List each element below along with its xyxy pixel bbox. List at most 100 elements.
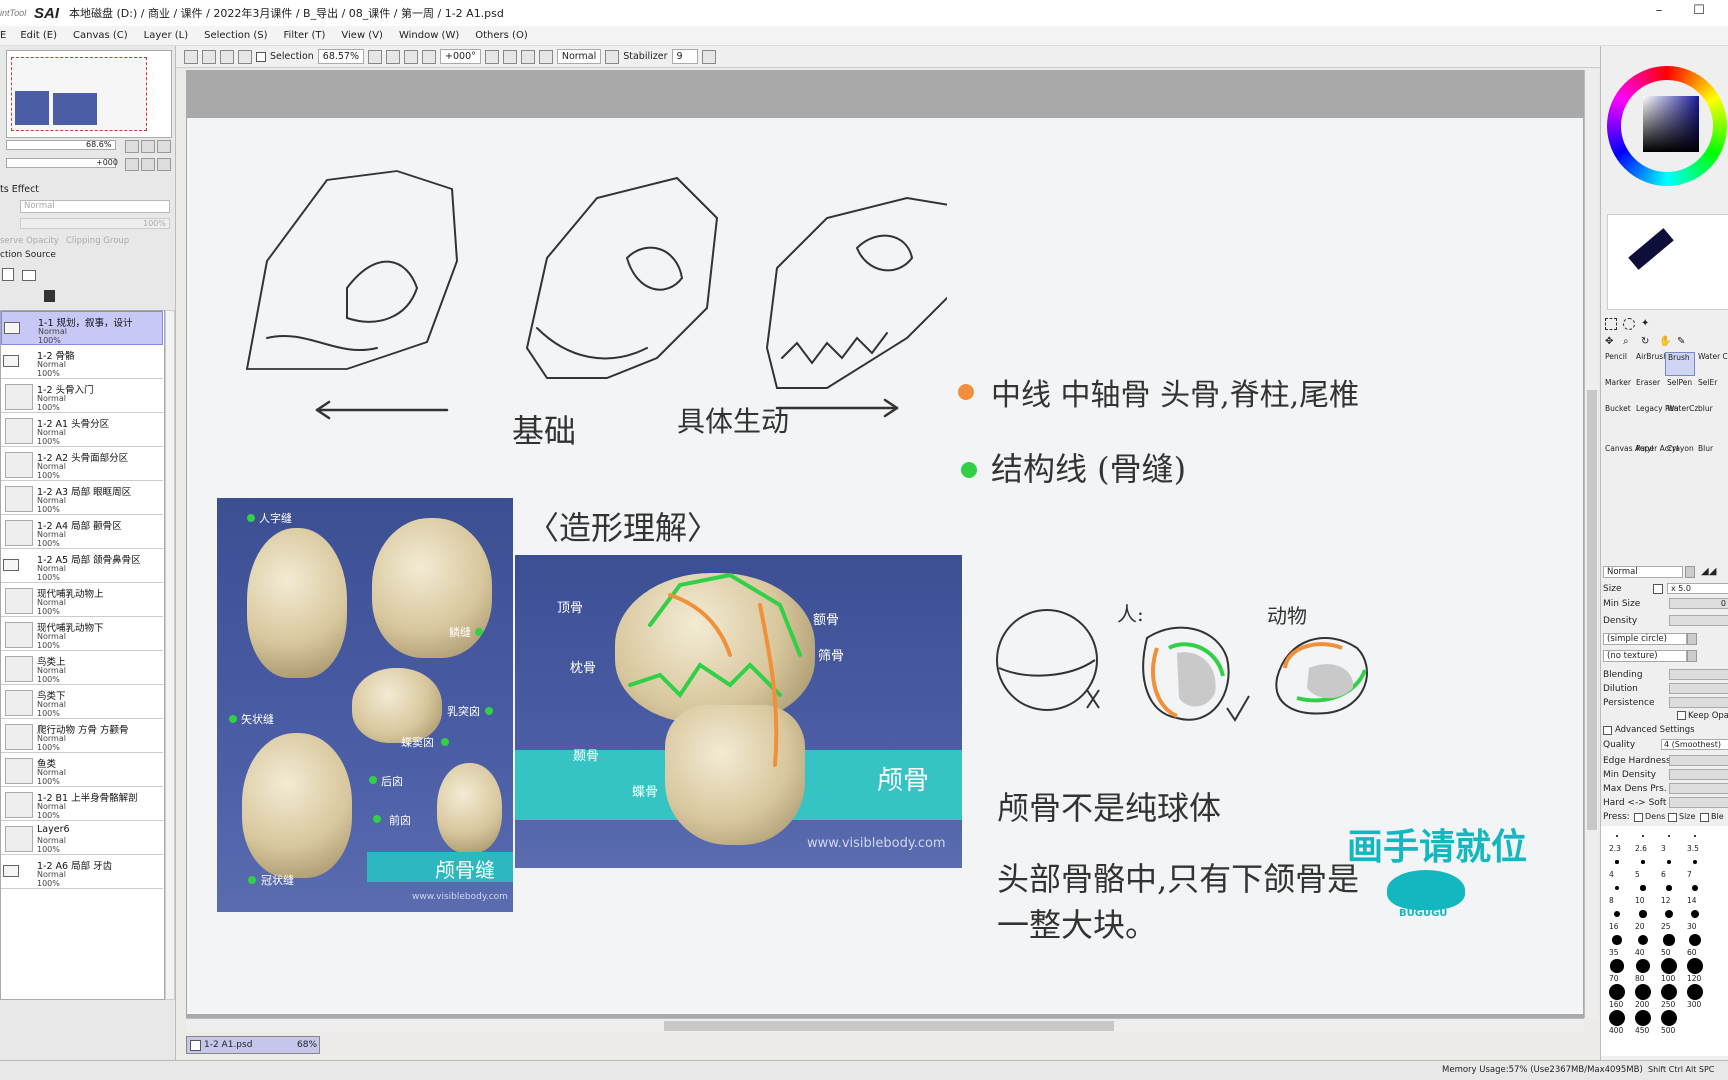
minimize-button[interactable]: –: [1646, 3, 1672, 18]
brush-size-cell[interactable]: 30: [1683, 906, 1707, 931]
tool-water-color[interactable]: Water Color: [1696, 352, 1728, 376]
layer-row[interactable]: 1-2 A4 局部 颧骨区 Normal 100%: [1, 515, 163, 549]
deselect-icon[interactable]: [220, 49, 234, 64]
magic-wand-icon[interactable]: ✦: [1641, 318, 1653, 330]
brush-size-cell[interactable]: 500: [1657, 1010, 1681, 1035]
trash-icon[interactable]: [44, 290, 55, 302]
layer-row[interactable]: Layer6 Normal 100%: [1, 821, 163, 855]
brush-size-cell[interactable]: 50: [1657, 932, 1681, 957]
invert-selection-icon[interactable]: [238, 49, 252, 64]
blending-slider[interactable]: [1669, 669, 1728, 680]
brush-size-cell[interactable]: 25: [1657, 906, 1681, 931]
advanced-toggle[interactable]: [1603, 726, 1612, 735]
brush-size-cell[interactable]: 12: [1657, 880, 1681, 905]
edge-hardness-slider[interactable]: [1669, 755, 1728, 766]
layer-row[interactable]: 现代哺乳动物上 Normal 100%: [1, 583, 163, 617]
zoom-out-button[interactable]: [125, 140, 139, 153]
lasso-icon[interactable]: [1623, 318, 1635, 330]
tool-pencil[interactable]: Pencil: [1603, 352, 1633, 376]
canvas-horizontal-scrollbar[interactable]: [186, 1018, 1584, 1032]
tool-brush[interactable]: Brush: [1665, 352, 1695, 376]
layer-row[interactable]: 1-2 头骨入门 Normal 100%: [1, 379, 163, 413]
brush-size-cell[interactable]: 200: [1631, 984, 1655, 1009]
layer-row[interactable]: 1-2 A3 局部 眼眶周区 Normal 100%: [1, 481, 163, 515]
brush-size-cell[interactable]: 160: [1605, 984, 1629, 1009]
menu-edit[interactable]: Edit (E): [20, 30, 57, 41]
rect-select-icon[interactable]: [1605, 318, 1617, 330]
layer-row[interactable]: 现代哺乳动物下 Normal 100%: [1, 617, 163, 651]
document-tab[interactable]: 1-2 A1.psd 68%: [186, 1036, 320, 1054]
navigator-preview[interactable]: [6, 50, 172, 138]
move-icon[interactable]: ✥: [1605, 336, 1613, 347]
brush-size-cell[interactable]: 40: [1631, 932, 1655, 957]
zoom-out-icon[interactable]: [386, 49, 401, 64]
brush-size-cell[interactable]: 250: [1657, 984, 1681, 1009]
menu-canvas[interactable]: Canvas (C): [73, 30, 128, 41]
zoom-in-button[interactable]: [141, 140, 155, 153]
layer-row[interactable]: 鸟类下 Normal 100%: [1, 685, 163, 719]
layer-row[interactable]: 1-2 A5 局部 颌骨鼻骨区 Normal 100%: [1, 549, 163, 583]
layer-row[interactable]: 1-2 A1 头骨分区 Normal 100%: [1, 413, 163, 447]
zoom-icon[interactable]: ⌕: [1623, 336, 1629, 347]
canvas-paper[interactable]: 基础 具体生动 〈造形理解〉 中线 中轴骨 头骨,脊柱,尾椎 结构线 (骨缝) …: [187, 118, 1583, 1014]
undo-icon[interactable]: [184, 49, 198, 64]
selection-checkbox[interactable]: [256, 51, 266, 62]
canvas-vertical-scrollbar[interactable]: [1584, 70, 1598, 1018]
brush-size-cell[interactable]: 80: [1631, 958, 1655, 983]
min-size-slider[interactable]: 0: [1669, 598, 1728, 609]
saturation-value-square[interactable]: [1643, 96, 1699, 152]
menu-layer[interactable]: Layer (L): [144, 30, 188, 41]
menu-view[interactable]: View (V): [341, 30, 383, 41]
brush-size-cell[interactable]: 7: [1683, 854, 1707, 879]
brush-size-cell[interactable]: 2.3: [1605, 828, 1629, 853]
brush-size-cell[interactable]: 3.5: [1683, 828, 1707, 853]
rotate-reset-button[interactable]: [157, 158, 171, 171]
persistence-slider[interactable]: [1669, 697, 1728, 708]
rotation-field[interactable]: +000°: [440, 49, 481, 64]
zoom-menu-icon[interactable]: [368, 49, 383, 64]
press-blend-checkbox[interactable]: [1700, 813, 1709, 822]
brush-size-cell[interactable]: 10: [1631, 880, 1655, 905]
brush-size-cell[interactable]: 14: [1683, 880, 1707, 905]
stabilizer-select[interactable]: 9: [671, 49, 698, 64]
min-density-slider[interactable]: [1669, 769, 1728, 780]
redo-icon[interactable]: [202, 49, 216, 64]
new-folder-icon[interactable]: [22, 270, 36, 281]
flip-icon[interactable]: [605, 49, 620, 64]
quality-select[interactable]: 4 (Smoothest): [1661, 739, 1728, 750]
menu-file-stub[interactable]: E: [0, 30, 6, 41]
tool-paper-acryl[interactable]: Paper Acryl: [1634, 444, 1678, 468]
brush-size-cell[interactable]: 60: [1683, 932, 1707, 957]
brush-shape-select[interactable]: (simple circle): [1603, 633, 1687, 645]
layer-row[interactable]: 鸟类上 Normal 100%: [1, 651, 163, 685]
layer-blend-mode-select[interactable]: Normal: [20, 200, 170, 213]
tool-bucket[interactable]: Bucket: [1603, 404, 1633, 428]
layer-row[interactable]: 1-2 骨骼 Normal 100%: [1, 345, 163, 379]
rotate-left-button[interactable]: [125, 158, 139, 171]
rotate-right-button[interactable]: [141, 158, 155, 171]
tool-crayon[interactable]: Crayon: [1665, 444, 1695, 468]
size-multiplier-icon[interactable]: [1653, 584, 1663, 594]
tool-legacy-pen[interactable]: Legacy Pen: [1634, 404, 1679, 428]
menu-others[interactable]: Others (O): [475, 30, 527, 41]
brush-size-cell[interactable]: 120: [1683, 958, 1707, 983]
layer-row[interactable]: 1-2 A6 局部 牙齿 Normal 100%: [1, 855, 163, 889]
layer-row[interactable]: 鱼类 Normal 100%: [1, 753, 163, 787]
brush-size-cell[interactable]: 3: [1657, 828, 1681, 853]
press-dens-checkbox[interactable]: [1634, 813, 1643, 822]
layer-row[interactable]: 1-1 规划，叙事，设计 Normal 100%: [1, 311, 163, 345]
tool-seler[interactable]: SelEr: [1696, 378, 1726, 402]
zoom-reset-button[interactable]: [157, 140, 171, 153]
tool-marker[interactable]: Marker: [1603, 378, 1633, 402]
brush-size-cell[interactable]: 300: [1683, 984, 1707, 1009]
press-size-checkbox[interactable]: [1668, 813, 1677, 822]
zoom-fit-icon[interactable]: [422, 49, 437, 64]
maximize-button[interactable]: ☐: [1686, 3, 1712, 18]
stabilizer-dropdown-icon[interactable]: [701, 49, 716, 64]
brush-shape-icons[interactable]: ◢◢: [1701, 566, 1716, 577]
tool-blur[interactable]: Blur: [1696, 444, 1726, 468]
keep-opacity-checkbox[interactable]: [1677, 711, 1686, 720]
eyedropper-icon[interactable]: ✎: [1677, 336, 1685, 347]
brush-size-cell[interactable]: 16: [1605, 906, 1629, 931]
brush-size-cell[interactable]: 5: [1631, 854, 1655, 879]
